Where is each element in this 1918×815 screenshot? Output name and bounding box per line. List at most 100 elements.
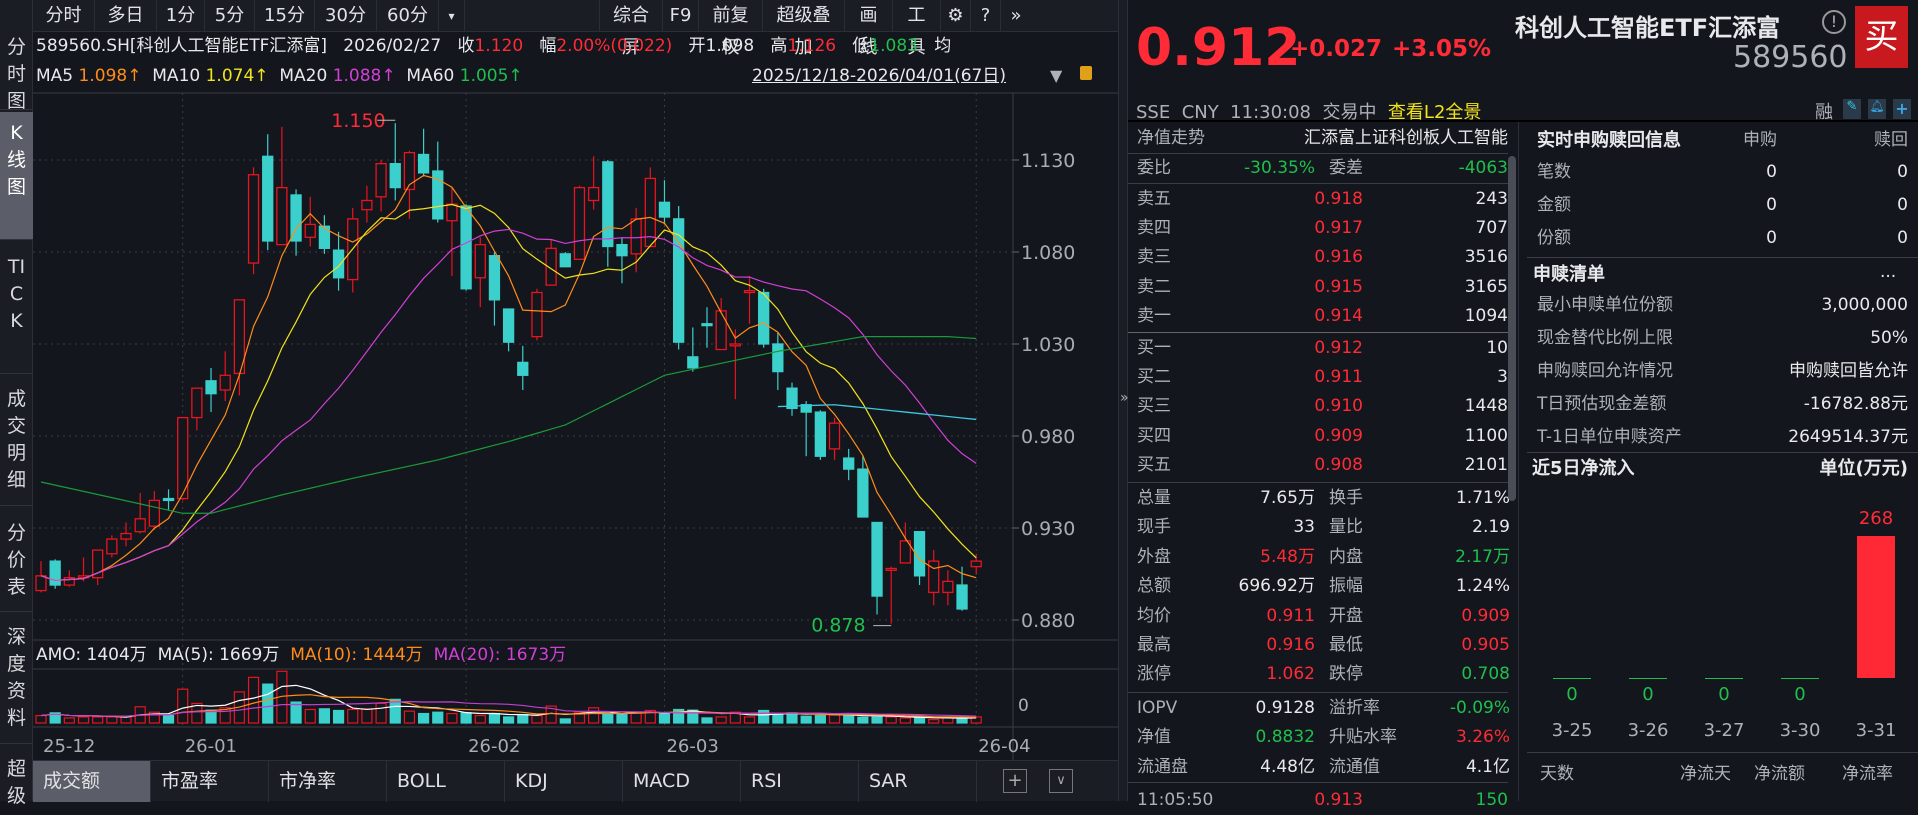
- candle: [545, 239, 557, 286]
- candle: [233, 299, 246, 396]
- period-1min[interactable]: 1分: [157, 0, 205, 32]
- stat-label: 最高: [1137, 635, 1171, 655]
- order-price: 0.918: [1314, 189, 1363, 209]
- candle-body: [970, 560, 982, 568]
- chevron-down-icon[interactable]: ∨: [1049, 769, 1073, 793]
- volume-bar: [120, 716, 132, 724]
- overlay-button[interactable]: 超级叠加: [763, 0, 845, 58]
- redeem-value: 0: [1897, 195, 1908, 215]
- tab-macd[interactable]: MACD: [623, 761, 741, 802]
- tab-pb[interactable]: 市净率: [269, 761, 387, 802]
- tab-boll[interactable]: BOLL: [387, 761, 505, 802]
- collapse-arrow-icon[interactable]: »: [1120, 390, 1129, 406]
- tab-rsi[interactable]: RSI: [741, 761, 859, 802]
- volume-bar: [786, 712, 798, 724]
- period-more-dropdown[interactable]: ▾: [439, 0, 465, 32]
- volume-bar: [446, 712, 458, 724]
- candle-body: [375, 163, 387, 198]
- volume-bar: [35, 714, 47, 724]
- divider: [1518, 122, 1519, 801]
- tools-button[interactable]: 工具: [893, 0, 941, 58]
- add-indicator-icon[interactable]: +: [1003, 769, 1027, 793]
- redeem-list-title: 申赎清单: [1533, 264, 1605, 285]
- stat-value: 0.905: [1461, 635, 1510, 655]
- bell-icon[interactable]: 🔔︎: [1868, 99, 1886, 119]
- scrollbar[interactable]: [1508, 156, 1516, 501]
- volume-bar: [403, 710, 416, 724]
- plus-icon[interactable]: +: [1893, 99, 1911, 119]
- stat-value: 3.26%: [1455, 727, 1510, 748]
- period-60min[interactable]: 60分: [377, 0, 439, 32]
- info-icon[interactable]: !: [1822, 10, 1846, 34]
- candle-body: [517, 361, 529, 376]
- stat-label: IOPV: [1137, 698, 1178, 718]
- stat-value: 696.92万: [1238, 576, 1315, 597]
- stat-value: 0.909: [1461, 605, 1510, 626]
- period-30min[interactable]: 30分: [315, 0, 377, 32]
- f9-button[interactable]: F9: [663, 0, 699, 32]
- sidebar-item-fenshi[interactable]: 分时图: [0, 34, 33, 112]
- sidebar-item-price-table[interactable]: 分价表: [0, 508, 33, 612]
- candle: [587, 156, 600, 210]
- gear-icon[interactable]: ⚙: [941, 0, 971, 32]
- sidebar-item-kline[interactable]: K线图: [0, 112, 33, 240]
- sidebar-item-depth[interactable]: 深度资料: [0, 614, 33, 744]
- candle: [814, 410, 826, 460]
- tab-sar[interactable]: SAR: [859, 761, 977, 802]
- redeem-list-label: T-1日单位申赎资产: [1537, 427, 1682, 447]
- weibi-value: -30.35%: [1244, 158, 1315, 178]
- period-5min[interactable]: 5分: [205, 0, 255, 32]
- candle-body: [488, 255, 501, 301]
- help-icon[interactable]: ?: [971, 0, 1001, 32]
- candle-body: [247, 174, 260, 264]
- volume-bar: [559, 718, 571, 724]
- tab-amount[interactable]: 成交额: [33, 761, 151, 802]
- volume-bar: [743, 716, 756, 724]
- net-flow-footer-label: 天数: [1540, 764, 1574, 784]
- candle-body: [857, 468, 869, 518]
- order-quantity: 1094: [1464, 305, 1508, 326]
- period-15min[interactable]: 15分: [255, 0, 315, 32]
- nav-trend-label[interactable]: 净值走势: [1137, 124, 1205, 153]
- candle: [262, 134, 274, 251]
- volume-bar: [857, 716, 869, 724]
- net-flow-bar: [1781, 678, 1819, 679]
- more-icon[interactable]: ...: [1880, 258, 1896, 287]
- redeem-list-label: T日预估现金差额: [1537, 394, 1667, 414]
- tab-kdj[interactable]: KDJ: [505, 761, 623, 802]
- ma5-line: [40, 174, 977, 582]
- period-fenshi[interactable]: 分时: [33, 0, 95, 32]
- expand-icon[interactable]: »: [1001, 0, 1031, 32]
- stat-value: 0.708: [1461, 664, 1510, 685]
- date-tick-label: 26-02: [468, 736, 520, 757]
- sidebar-item-tick[interactable]: TICK: [0, 242, 33, 374]
- period-multi-day[interactable]: 多日: [95, 0, 157, 32]
- buy-button[interactable]: 买: [1855, 6, 1908, 68]
- panel-splitter[interactable]: »: [1118, 0, 1129, 801]
- candle: [162, 489, 175, 510]
- sidebar-item-super[interactable]: 超级: [0, 746, 33, 807]
- candle-body: [871, 521, 883, 597]
- candle-body: [403, 151, 416, 191]
- redeem-list-value: 2649514.37元: [1788, 427, 1908, 447]
- order-level-label: 卖四: [1137, 218, 1171, 239]
- draw-line-button[interactable]: 画线: [845, 0, 893, 58]
- redeem-list-value: 申购赎回皆允许: [1789, 361, 1908, 381]
- order-level-label: 卖五: [1137, 189, 1171, 209]
- adjust-button[interactable]: 前复权: [699, 0, 763, 58]
- candle: [602, 160, 614, 267]
- order-quantity: 3: [1497, 367, 1508, 388]
- net-flow-bar: [1629, 678, 1667, 679]
- stat-label: 振幅: [1329, 576, 1363, 597]
- pencil-icon[interactable]: ✎: [1843, 99, 1861, 119]
- candle-body: [162, 497, 175, 502]
- candle: [800, 401, 812, 457]
- stat-label: 溢折率: [1329, 698, 1380, 718]
- candle-body: [361, 199, 373, 211]
- stat-label: 量比: [1329, 517, 1363, 538]
- tab-pe[interactable]: 市盈率: [151, 761, 269, 802]
- composite-screen-button[interactable]: 综合屏: [599, 0, 663, 58]
- volume-bar: [432, 711, 444, 724]
- candle: [828, 417, 841, 460]
- sidebar-item-trade-detail[interactable]: 成交明细: [0, 376, 33, 506]
